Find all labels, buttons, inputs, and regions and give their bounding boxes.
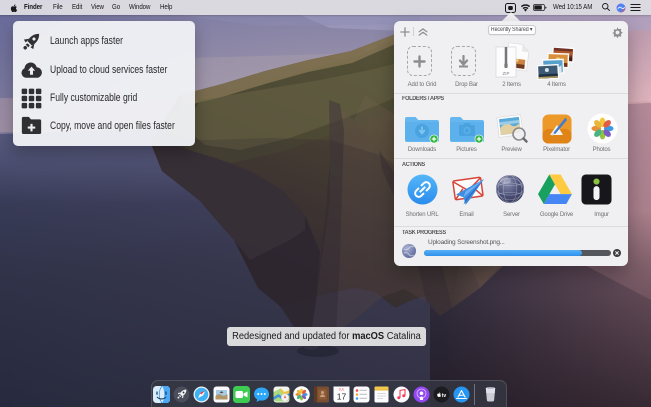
svg-text:JUL: JUL	[338, 387, 344, 391]
svg-text:17: 17	[336, 392, 346, 402]
svg-text:ZIP: ZIP	[502, 71, 509, 76]
svg-text:tv: tv	[441, 393, 446, 399]
